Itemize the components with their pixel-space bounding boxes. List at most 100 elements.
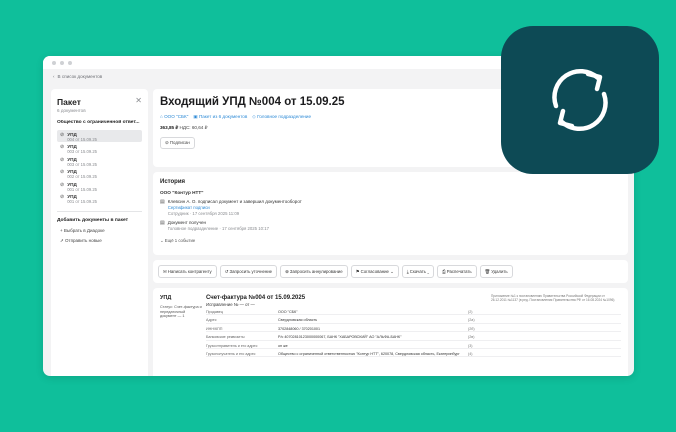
packet-link[interactable]: ▣ Пакет из 6 документов (193, 114, 247, 120)
row-key: Продавец (206, 310, 223, 314)
chevron-left-icon: ‹ (53, 74, 55, 79)
doc-list-item[interactable]: ⊘ УПД 004 от 15.09.25 (57, 130, 142, 143)
status-circle-icon: ⊘ (60, 193, 65, 200)
row-key: Адрес (206, 318, 217, 323)
breadcrumb[interactable]: ‹ В список документов (53, 74, 102, 79)
status-circle-icon: ⊘ (60, 169, 65, 176)
sidebar-org: Общество с ограниченной ответ... (57, 120, 140, 125)
approve-label: Согласование (360, 268, 389, 274)
status-circle-icon: ⊘ (60, 181, 65, 188)
org-link[interactable]: ⌂ ООО "СБК" (160, 114, 188, 120)
select-label: Выбрать в Диадоке (63, 228, 105, 234)
doc-date: 002 от 15.09.25 (67, 174, 97, 180)
row-value: 3702848060 / 370201001 (278, 326, 321, 331)
download-dropdown[interactable]: ⤓ Скачать ⌄ (401, 265, 435, 278)
doc-date: 004 от 15.09.25 (67, 137, 97, 142)
download-label: Скачать (409, 268, 426, 274)
doc-list-item[interactable]: ⊘ УПД 003 от 15.09.25 (57, 155, 142, 167)
status-circle-icon: ⊘ (60, 144, 65, 151)
back-to-list-link[interactable]: В список документов (58, 74, 103, 79)
row-value: Общество с ограниченной ответственностью… (278, 352, 460, 357)
row-value: он же (278, 343, 288, 348)
department-link[interactable]: ◇ Головное подразделение (252, 114, 311, 120)
status-circle-icon: ⊘ (60, 156, 65, 163)
preview-correction: Исправление № — от — (206, 302, 255, 307)
preview-note: Приложение №1 к постановлению Правительс… (491, 294, 615, 302)
doc-list-item[interactable]: ⊘ УПД 001 от 15.09.25 (57, 192, 142, 204)
select-in-diadoc-button[interactable]: + Выбрать в Диадоке (57, 228, 142, 233)
row-code: (3) (468, 343, 473, 348)
status-label: Подписан (169, 140, 190, 145)
packet-link-label: Пакет из 6 документов (198, 114, 248, 119)
event-meta: Сотрудник · 17 сентября 2025 11:09 (167, 210, 240, 216)
row-value: Р/с 40702810123000000067, БАНК "ХАБАРОВС… (278, 335, 402, 340)
document-received-icon: ▤ (160, 220, 165, 227)
add-docs-title: Добавить документы в пакет (57, 218, 129, 224)
clarify-label: Запросить уточнение (229, 268, 273, 274)
write-label: Написать контрагенту (167, 268, 212, 274)
preview-row: Грузоотправитель и его адрес он же (3) (206, 343, 621, 350)
history-org: ООО "Контур НТТ" (160, 190, 204, 195)
preview-row: Грузополучатель и его адрес Общество с ог… (206, 352, 621, 358)
row-value: Свердловская область (278, 318, 318, 323)
department-link-label: Головное подразделение (257, 114, 312, 119)
preview-body: Счет-фактура №004 от 15.09.2025 Исправле… (202, 294, 621, 376)
print-label: Распечатать (446, 268, 472, 274)
doc-date: 001 от 15.09.25 (67, 186, 97, 192)
row-code: (2б) (468, 326, 475, 331)
history-event: ▤ Документ получен Головное подразделени… (160, 220, 621, 232)
row-code: (2а) (468, 318, 475, 323)
doc-list: ⊘ УПД 004 от 15.09.25 ⊘ УПД 003 от 15.09.2… (57, 130, 142, 204)
preview-row: Продавец ООО "СБК" (2) (206, 310, 621, 316)
preview-row: ИНН/КПП 3702848060 / 370201001 (2б) (206, 326, 621, 333)
window-close-dot[interactable] (52, 60, 56, 65)
row-key: Грузополучатель и его адрес (206, 352, 256, 357)
more-events-button[interactable]: ⌄ Ещё 1 событие (160, 238, 621, 244)
send-new-button[interactable]: ➚ Отправить новые (57, 238, 142, 244)
more-events-label: Ещё 1 событие (164, 237, 196, 243)
preview-status: Статус: Счет-фактура и передаточный доку… (160, 305, 202, 319)
row-key: ИНН/КПП (206, 326, 223, 331)
row-value: ООО "СБК" (278, 310, 298, 314)
sidebar-title: Пакет (57, 97, 81, 107)
delete-label: Удалить (491, 268, 508, 274)
request-clarification-button[interactable]: ↺ Запросить уточнение (219, 265, 278, 278)
annul-label: Запросить аннулирование (289, 268, 343, 274)
row-code: (4) (468, 352, 473, 357)
window-maximize-dot[interactable] (68, 60, 72, 65)
event-text: Клевсин А. О. подписал документ и заверш… (167, 199, 302, 204)
sidebar-divider (57, 211, 142, 213)
doc-list-item[interactable]: ⊘ УПД 002 от 15.09.25 (57, 167, 142, 179)
status-circle-icon: ⊘ (60, 132, 65, 138)
print-button[interactable]: ⎙ Распечатать (437, 265, 477, 278)
doc-date: 003 от 15.09.25 (67, 149, 97, 155)
preview-left: УПД Статус: Счет-фактура и передаточный … (160, 295, 202, 376)
history-card: История ООО "Контур НТТ" ▤ Клевсин А. О.… (153, 172, 628, 255)
action-toolbar: ✉ Написать контрагенту ↺ Запросить уточн… (153, 260, 628, 283)
packet-sidebar: Пакет 6 документов ✕ Общество с ограниче… (51, 89, 148, 376)
amount: 363,85 ₽ (160, 125, 179, 130)
close-icon[interactable]: ✕ (135, 96, 142, 105)
send-label: Отправить новые (65, 238, 102, 244)
event-meta: Головное подразделение · 17 сентября 202… (167, 226, 270, 232)
write-counterparty-button[interactable]: ✉ Написать контрагенту (158, 265, 217, 278)
org-link-label: ООО "СБК" (164, 114, 189, 119)
request-annulment-button[interactable]: ⊗ Запросить аннулирование (280, 265, 348, 278)
row-code: (2) (468, 310, 473, 314)
history-event: ▤ Клевсин А. О. подписал документ и заве… (160, 199, 621, 216)
doc-list-item[interactable]: ⊘ УПД 001 от 15.09.25 (57, 180, 142, 192)
row-code: (2в) (468, 335, 475, 340)
delete-button[interactable]: 🗑 Удалить (479, 265, 513, 278)
doc-date: 003 от 15.09.25 (67, 161, 97, 167)
window-minimize-dot[interactable] (60, 60, 64, 65)
history-title: История (160, 179, 186, 185)
vat: НДС: 60,64 ₽ (179, 125, 208, 130)
preview-row: Адрес Свердловская область (2а) (206, 318, 621, 324)
row-key: Банковские реквизиты (206, 335, 245, 340)
approval-dropdown[interactable]: ⚑ Согласование ⌄ (350, 265, 399, 278)
doc-date: 001 от 15.09.25 (67, 198, 97, 204)
sync-tile (501, 26, 659, 174)
doc-list-item[interactable]: ⊘ УПД 003 от 15.09.25 (57, 142, 142, 154)
signature-icon: ▤ (160, 199, 165, 205)
sync-icon (552, 68, 608, 132)
